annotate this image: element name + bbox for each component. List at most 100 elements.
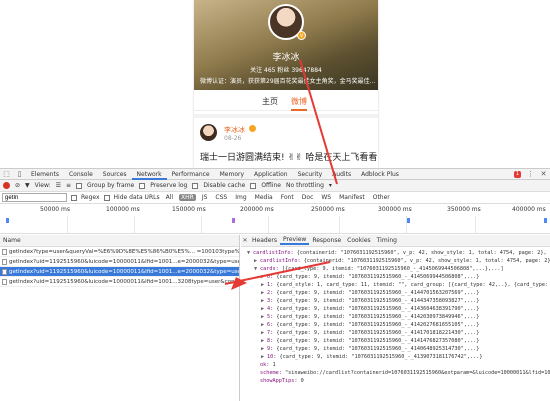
filter-input[interactable] <box>2 193 67 202</box>
regex-label: Regex <box>81 194 100 201</box>
record-icon[interactable] <box>3 182 10 189</box>
tab-security[interactable]: Security <box>293 169 328 180</box>
filter-js[interactable]: JS <box>200 194 210 201</box>
json-line[interactable]: ▶ 6: {card_type: 9, itemid: "107603119251… <box>247 321 550 329</box>
request-row-selected[interactable]: getIndex?uid=1192515960&luicode=10000011… <box>0 267 239 277</box>
disable-cache-checkbox[interactable] <box>192 182 199 189</box>
json-value: : {card_type: 9, itemid: "10760311925159… <box>273 354 483 360</box>
tab-response[interactable]: Response <box>309 237 344 244</box>
inspect-icon[interactable]: ⬚ <box>2 170 11 179</box>
verified-badge-icon: v <box>297 31 306 40</box>
tab-application[interactable]: Application <box>249 169 293 180</box>
timeline-tick: 300000 ms <box>378 206 412 213</box>
json-line: showAppTips: 0 <box>247 377 550 385</box>
request-marker <box>407 218 410 223</box>
regex-checkbox[interactable] <box>71 194 77 201</box>
preserve-log-checkbox[interactable] <box>139 182 146 189</box>
filter-manifest[interactable]: Manifest <box>337 194 367 201</box>
filter-xhr[interactable]: XHR <box>179 194 196 201</box>
clear-icon[interactable]: ⊘ <box>15 182 20 189</box>
tab-adblock[interactable]: Adblock Plus <box>356 169 404 180</box>
profile-stats: 关注 465 粉丝 39647884 <box>250 67 322 74</box>
tab-preview[interactable]: Preview <box>279 236 310 245</box>
network-timeline[interactable]: 50000 ms 100000 ms 150000 ms 200000 ms 2… <box>0 204 550 234</box>
offline-checkbox[interactable] <box>250 182 257 189</box>
hide-data-urls-checkbox[interactable] <box>103 194 110 201</box>
chevron-down-icon[interactable]: ▾ <box>329 182 332 189</box>
throttling-select[interactable]: No throttling <box>286 182 324 189</box>
json-line[interactable]: ▶ 1: {card_style: 1, card_type: 11, itemi… <box>247 281 550 289</box>
json-value: : {card_type: 9, itemid: "10760311925159… <box>270 338 480 344</box>
tab-sources[interactable]: Sources <box>98 169 132 180</box>
filter-other[interactable]: Other <box>371 194 392 201</box>
json-line[interactable]: ▶ 7: {card_type: 9, itemid: "107603119251… <box>247 329 550 337</box>
filter-css[interactable]: CSS <box>213 194 229 201</box>
large-rows-icon[interactable]: ☰ <box>56 182 61 189</box>
tab-network[interactable]: Network <box>131 169 167 180</box>
tab-console[interactable]: Console <box>64 169 98 180</box>
tab-performance[interactable]: Performance <box>167 169 215 180</box>
request-marker <box>544 218 547 223</box>
group-by-frame-checkbox[interactable] <box>76 182 83 189</box>
json-value: : {containerid: "1076031192515960", v_p:… <box>297 258 550 264</box>
tab-weibo[interactable]: 微博 <box>291 96 307 111</box>
device-toolbar-icon[interactable]: ▯ <box>15 170 24 179</box>
tab-cookies[interactable]: Cookies <box>344 237 374 244</box>
tab-memory[interactable]: Memory <box>215 169 249 180</box>
filter-ws[interactable]: WS <box>319 194 333 201</box>
filter-all[interactable]: All <box>164 194 175 201</box>
json-key: showAppTips <box>260 378 295 384</box>
json-value: : {card_type: 9, itemid: "10760311925159… <box>270 298 480 304</box>
request-row[interactable]: getIndex?uid=1192515960&luicode=10000011… <box>0 257 239 267</box>
network-toolbar: ⊘ ▼ View: ☰ ≡ Group by frame Preserve lo… <box>0 180 550 192</box>
profile-card: v 李冰冰 关注 465 粉丝 39647884 微博认证：演员，获获第29届百… <box>194 0 378 168</box>
request-row[interactable]: getIndex?type=user&queryVal=%E6%9D%8E%E5… <box>0 247 239 257</box>
request-row[interactable]: getIndex?uid=1192515960&luicode=10000011… <box>0 277 239 287</box>
timeline-gridline <box>67 216 68 233</box>
tab-timing[interactable]: Timing <box>374 237 400 244</box>
filter-img[interactable]: Img <box>233 194 248 201</box>
post-avatar[interactable] <box>200 124 217 141</box>
profile-name: 李冰冰 <box>272 53 300 63</box>
timeline-gridline <box>201 216 202 233</box>
json-line[interactable]: ▶ cardlistInfo: {containerid: "1076031192… <box>247 257 550 265</box>
network-panes: Name getIndex?type=user&queryVal=%E6%9D%… <box>0 235 550 401</box>
close-icon[interactable]: ✕ <box>539 170 548 179</box>
json-line[interactable]: ▼ cardlistInfo: {containerid: "1076031192… <box>247 249 550 257</box>
disable-cache-label: Disable cache <box>203 182 246 189</box>
filter-font[interactable]: Font <box>279 194 296 201</box>
json-value: : [{card_type: 9, itemid: "1076031192515… <box>275 266 504 272</box>
json-line[interactable]: ▶ 10: {card_type: 9, itemid: "10760311925… <box>247 353 550 361</box>
more-icon[interactable]: ⋮ <box>526 170 535 179</box>
json-line[interactable]: ▶ 2: {card_type: 9, itemid: "107603119251… <box>247 289 550 297</box>
json-line[interactable]: ▶ 4: {card_type: 9, itemid: "107603119251… <box>247 305 550 313</box>
json-line[interactable]: ▶ 9: {card_type: 9, itemid: "107603119251… <box>247 345 550 353</box>
request-detail: ✕ Headers Preview Response Cookies Timin… <box>241 235 550 401</box>
post-author[interactable]: 李冰冰 <box>224 125 245 135</box>
json-line[interactable]: ▶ 3: {card_type: 9, itemid: "107603119251… <box>247 297 550 305</box>
name-column-header[interactable]: Name <box>0 235 239 247</box>
filter-doc[interactable]: Doc <box>300 194 316 201</box>
timeline-gridline <box>134 216 135 233</box>
filter-bar: Regex Hide data URLs All XHR JS CSS Img … <box>0 192 550 204</box>
close-icon[interactable]: ✕ <box>241 237 249 244</box>
tab-audits[interactable]: Audits <box>327 169 356 180</box>
filter-icon[interactable]: ▼ <box>25 182 30 189</box>
timeline-gridline <box>475 216 476 233</box>
tab-headers[interactable]: Headers <box>249 237 280 244</box>
json-value: : {card_type: 9, itemid: "10760311925159… <box>270 314 480 320</box>
json-line[interactable]: ▶ 5: {card_type: 9, itemid: "107603119251… <box>247 313 550 321</box>
error-count-badge[interactable]: 1 <box>513 170 521 178</box>
json-value: : {card_type: 9, itemid: "10760311925159… <box>270 290 480 296</box>
timeline-tick: 200000 ms <box>240 206 274 213</box>
overview-icon[interactable]: ≡ <box>66 182 71 189</box>
preserve-log-label: Preserve log <box>150 182 188 189</box>
profile-banner: v 李冰冰 关注 465 粉丝 39647884 微博认证：演员，获获第29届百… <box>194 0 378 90</box>
tab-home[interactable]: 主页 <box>262 96 278 107</box>
json-value: : 0 <box>294 378 304 384</box>
filter-media[interactable]: Media <box>253 194 275 201</box>
json-line[interactable]: ▼ cards: [{card_type: 9, itemid: "1076031… <box>247 265 550 273</box>
json-line[interactable]: ▶ 0: {card_type: 9, itemid: "107603119251… <box>247 273 550 281</box>
tab-elements[interactable]: Elements <box>26 169 64 180</box>
json-line[interactable]: ▶ 8: {card_type: 9, itemid: "107603119251… <box>247 337 550 345</box>
